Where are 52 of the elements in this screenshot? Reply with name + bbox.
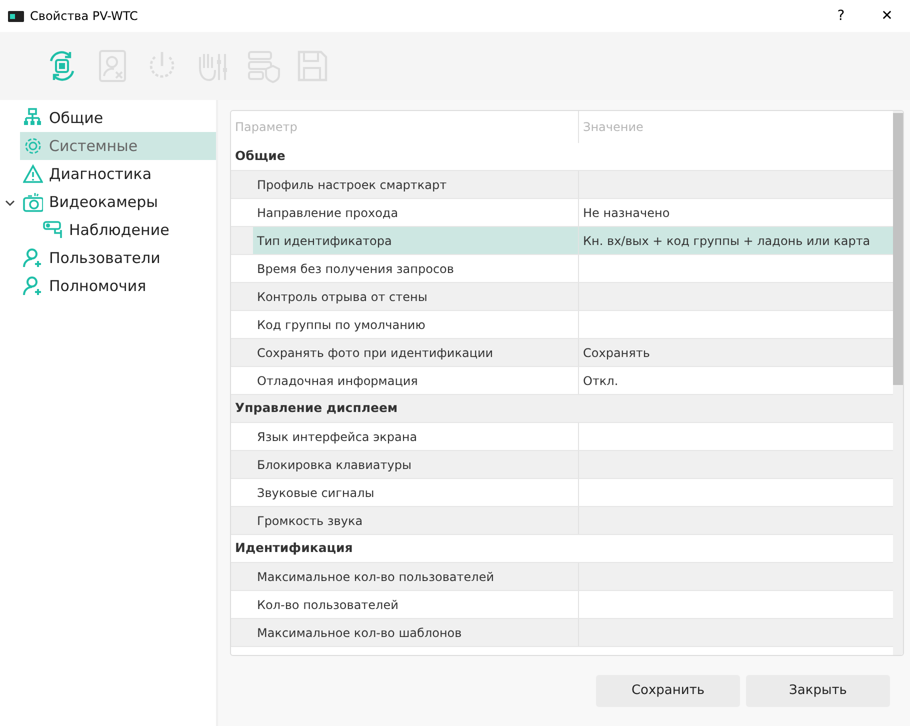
gear-icon	[23, 136, 43, 156]
table-cell-text: Не назначено	[582, 204, 671, 222]
save-button[interactable]: Сохранить	[596, 675, 740, 707]
table-cell-text: Профиль настроек смарткарт	[256, 176, 448, 194]
sidebar-item[interactable]: Пользователи	[20, 244, 216, 272]
table-cell-text: Отладочная информация	[256, 372, 419, 390]
warning-icon	[23, 164, 43, 184]
table-cell-text: Код группы по умолчанию	[256, 316, 426, 334]
table-cell-text: Язык интерфейса экрана	[256, 428, 418, 446]
sidebar-item[interactable]: Общие	[20, 104, 216, 132]
table-row[interactable]: Профиль настроек смарткарт	[231, 171, 893, 199]
table-cell-text: Максимальное кол-во шаблонов	[256, 624, 463, 642]
cctv-camera-icon	[43, 220, 63, 240]
sidebar-item[interactable]: Диагностика	[20, 160, 216, 188]
table-cell-text: Откл.	[582, 372, 620, 390]
close-button[interactable]: ✕	[864, 0, 910, 32]
table-row[interactable]: Сохранять фото при идентификации Сохранять	[231, 339, 893, 367]
table-cell-text: Громкость звука	[256, 512, 364, 530]
table-cell: Тип идентификатора	[253, 227, 578, 254]
scrollbar[interactable]	[893, 111, 903, 655]
app-icon	[8, 10, 24, 22]
table-cell: Кн. вх/вых + код группы + ладонь или карта	[579, 227, 893, 254]
table-cell-text: Блокировка клавиатуры	[256, 456, 412, 474]
sidebar-item[interactable]: Системные	[20, 132, 216, 160]
column-header: Значение	[582, 119, 644, 136]
group-header: Управление дисплеем	[231, 395, 893, 423]
sidebar-item[interactable]: Видеокамеры	[20, 188, 216, 216]
table-row[interactable]: Громкость звука	[231, 507, 893, 535]
table-cell-text: Направление прохода	[256, 204, 400, 222]
table-cell-text: Контроль отрыва от стены	[256, 288, 428, 306]
table-row[interactable]: Максимальное кол-во пользователей	[231, 563, 893, 591]
table-row[interactable]: Тип идентификатора Кн. вх/вых + код группы + ладонь или карта	[231, 227, 893, 255]
table-cell-text: Сохранять	[582, 344, 651, 362]
camera-icon	[23, 192, 43, 212]
table-row[interactable]: Максимальное кол-во шаблонов	[231, 619, 893, 647]
sidebar-item[interactable]: Полномочия	[20, 272, 216, 300]
column-header: Параметр	[234, 119, 298, 136]
window-title: Свойства PV-WTC	[30, 8, 138, 25]
table-cell-text: Время без получения запросов	[256, 260, 455, 278]
sidebar-item[interactable]: Наблюдение	[40, 216, 216, 244]
caret-icon[interactable]	[5, 198, 15, 207]
table-row[interactable]: Контроль отрыва от стены	[231, 283, 893, 311]
help-button[interactable]: ?	[818, 0, 864, 32]
table-cell-text: Кол-во пользователей	[256, 596, 400, 614]
table-cell-text: Максимальное кол-во пользователей	[256, 568, 496, 586]
table-row[interactable]: Блокировка клавиатуры	[231, 451, 893, 479]
user-plus-icon	[23, 248, 43, 268]
table-cell-text: Звуковые сигналы	[256, 484, 376, 502]
network-icon	[23, 108, 43, 128]
close-button[interactable]: Закрыть	[746, 675, 890, 707]
table-cell-text: Сохранять фото при идентификации	[256, 344, 494, 362]
user-plus-icon	[23, 276, 43, 296]
